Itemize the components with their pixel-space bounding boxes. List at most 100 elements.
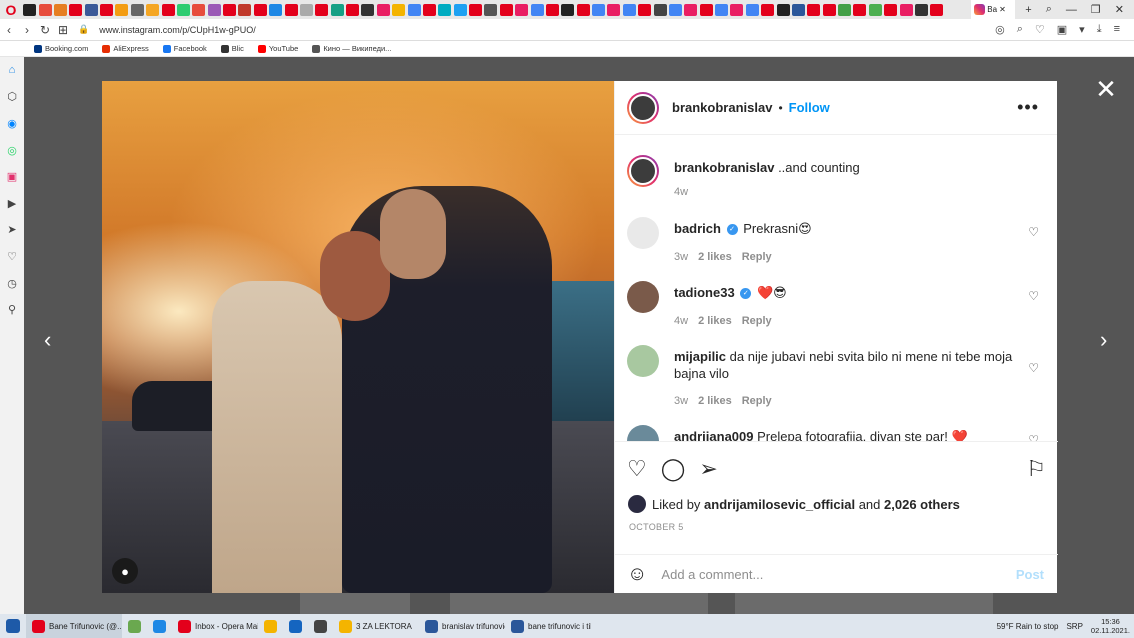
new-tab-button[interactable]: + bbox=[1025, 4, 1031, 16]
tab-favicon-icon[interactable] bbox=[453, 3, 467, 16]
more-options-icon[interactable]: ••• bbox=[1017, 97, 1039, 118]
liked-by-others[interactable]: 2,026 others bbox=[884, 497, 960, 512]
comment-likes[interactable]: 2 likes bbox=[698, 251, 732, 263]
whatsapp-icon[interactable]: ◎ bbox=[0, 137, 24, 164]
tab-favicon-icon[interactable] bbox=[130, 3, 144, 16]
tab-favicon-icon[interactable] bbox=[315, 3, 329, 16]
tab-favicon-icon[interactable] bbox=[53, 3, 67, 16]
comment-likes[interactable]: 2 likes bbox=[698, 315, 732, 327]
taskbar-item[interactable]: branislav trifunovic... bbox=[419, 614, 505, 638]
start-button[interactable] bbox=[0, 614, 26, 638]
tab-favicon-icon[interactable] bbox=[299, 3, 313, 16]
comment-avatar[interactable] bbox=[627, 345, 659, 377]
next-post-button[interactable]: › bbox=[1100, 327, 1107, 353]
tab-favicon-icon[interactable] bbox=[238, 3, 252, 16]
tab-favicon-icon[interactable] bbox=[776, 3, 790, 16]
tab-favicon-icon[interactable] bbox=[515, 3, 529, 16]
comment-avatar[interactable] bbox=[627, 425, 659, 441]
tab-favicon-icon[interactable] bbox=[730, 3, 744, 16]
download-icon[interactable]: ⤓ bbox=[1097, 23, 1102, 36]
reply-button[interactable]: Reply bbox=[742, 251, 772, 263]
comment-avatar[interactable] bbox=[627, 281, 659, 313]
comment-like-heart-icon[interactable]: ♡ bbox=[1028, 361, 1039, 375]
tab-favicon-icon[interactable] bbox=[330, 3, 344, 16]
tab-favicon-icon[interactable] bbox=[346, 3, 360, 16]
liked-by-user[interactable]: andrijamilosevic_official bbox=[704, 497, 855, 512]
tab-favicon-icon[interactable] bbox=[484, 3, 498, 16]
bookmark-item[interactable]: AliExpress bbox=[102, 44, 149, 53]
share-send-icon[interactable]: ➢ bbox=[699, 456, 717, 482]
taskbar-item[interactable] bbox=[122, 614, 147, 638]
bookmark-page-icon[interactable]: ♡ bbox=[1035, 23, 1045, 36]
liker-avatar[interactable] bbox=[628, 495, 646, 513]
tab-favicon-icon[interactable] bbox=[622, 3, 636, 16]
easy-setup-icon[interactable]: ▾ bbox=[1079, 23, 1085, 36]
tab-favicon-icon[interactable] bbox=[422, 3, 436, 16]
tab-favicon-icon[interactable] bbox=[192, 3, 206, 16]
history-icon[interactable]: ◷ bbox=[0, 270, 24, 297]
tagged-users-icon[interactable]: ● bbox=[112, 558, 138, 584]
tab-favicon-icon[interactable] bbox=[853, 3, 867, 16]
speed-dial-icon[interactable]: ⬡ bbox=[0, 84, 24, 111]
taskbar-item[interactable] bbox=[308, 614, 333, 638]
bookmark-item[interactable]: Кино — Википеди... bbox=[312, 44, 391, 53]
heart-icon[interactable]: ♡ bbox=[0, 243, 24, 270]
snapshot-icon[interactable]: ◎ bbox=[995, 23, 1005, 36]
tab-favicon-icon[interactable] bbox=[868, 3, 882, 16]
taskbar-item[interactable] bbox=[258, 614, 283, 638]
comment-username[interactable]: badrich bbox=[674, 221, 721, 236]
tab-favicon-icon[interactable] bbox=[745, 3, 759, 16]
url-field[interactable]: www.instagram.com/p/CUpH1w-gPUO/ bbox=[99, 25, 256, 35]
bookmark-item[interactable]: Blic bbox=[220, 44, 244, 53]
avatar[interactable] bbox=[627, 91, 659, 124]
tab-favicon-icon[interactable] bbox=[207, 3, 221, 16]
comment-like-heart-icon[interactable]: ♡ bbox=[1028, 225, 1039, 239]
author-username[interactable]: brankobranislav bbox=[672, 100, 772, 115]
tab-favicon-icon[interactable] bbox=[638, 3, 652, 16]
comment-username[interactable]: mijapilic bbox=[674, 349, 726, 364]
tab-favicon-icon[interactable] bbox=[392, 3, 406, 16]
reply-button[interactable]: Reply bbox=[742, 395, 772, 407]
send-icon[interactable]: ➤ bbox=[0, 217, 24, 244]
tab-favicon-icon[interactable] bbox=[38, 3, 52, 16]
maximize-button[interactable]: ❐ bbox=[1091, 3, 1101, 16]
comment-bubble-icon[interactable]: ◯ bbox=[661, 456, 686, 482]
bookmark-item[interactable]: Booking.com bbox=[34, 44, 88, 53]
tab-favicon-icon[interactable] bbox=[561, 3, 575, 16]
comment-username[interactable]: tadione33 bbox=[674, 285, 735, 300]
home-icon[interactable]: ⌂ bbox=[0, 57, 24, 84]
emoji-icon[interactable]: ☺ bbox=[627, 563, 647, 586]
tab-favicon-icon[interactable] bbox=[269, 3, 283, 16]
comment-username[interactable]: andrijana009 bbox=[674, 429, 754, 441]
tab-favicon-icon[interactable] bbox=[838, 3, 852, 16]
tab-favicon-icon[interactable] bbox=[23, 3, 37, 16]
comment-likes[interactable]: 2 likes bbox=[698, 395, 732, 407]
opera-menu-icon[interactable]: O bbox=[0, 0, 22, 19]
post-photo[interactable]: ● bbox=[102, 81, 614, 593]
caption-avatar[interactable] bbox=[627, 155, 659, 187]
tab-favicon-icon[interactable] bbox=[84, 3, 98, 16]
location-icon[interactable]: ⚲ bbox=[0, 296, 24, 323]
taskbar-item[interactable] bbox=[283, 614, 308, 638]
previous-post-button[interactable]: ‹ bbox=[44, 327, 51, 353]
tab-favicon-icon[interactable] bbox=[253, 3, 267, 16]
tab-favicon-icon[interactable] bbox=[361, 3, 375, 16]
back-button[interactable]: ‹ bbox=[0, 23, 18, 37]
tab-favicon-icon[interactable] bbox=[807, 3, 821, 16]
taskbar-item[interactable] bbox=[147, 614, 172, 638]
messenger-icon[interactable]: ◉ bbox=[0, 110, 24, 137]
post-comment-button[interactable]: Post bbox=[1016, 567, 1044, 582]
tab-favicon-icon[interactable] bbox=[822, 3, 836, 16]
instagram-icon[interactable]: ▣ bbox=[0, 163, 24, 190]
tab-favicon-icon[interactable] bbox=[684, 3, 698, 16]
reload-button[interactable]: ↻ bbox=[36, 23, 54, 37]
follow-button[interactable]: Follow bbox=[789, 100, 830, 115]
tab-favicon-icon[interactable] bbox=[530, 3, 544, 16]
tab-favicon-icon[interactable] bbox=[899, 3, 913, 16]
clock[interactable]: 15:36 02.11.2021. bbox=[1091, 617, 1130, 635]
search-icon[interactable]: ⌕ bbox=[1017, 23, 1023, 36]
tab-favicon-icon[interactable] bbox=[592, 3, 606, 16]
tab-active[interactable]: Ba ✕ bbox=[971, 0, 1016, 19]
tab-favicon-icon[interactable] bbox=[699, 3, 713, 16]
tab-favicon-icon[interactable] bbox=[930, 3, 944, 16]
